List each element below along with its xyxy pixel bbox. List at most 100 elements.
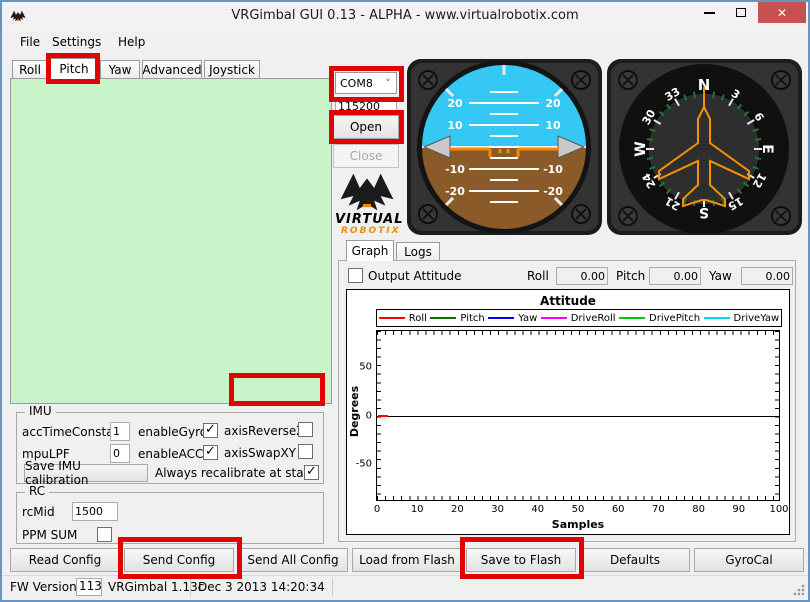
send-config-button[interactable]: Send Config xyxy=(124,548,234,572)
x-tick: 50 xyxy=(572,504,585,515)
tab-joystick[interactable]: Joystick xyxy=(204,60,260,79)
x-axis-label: Samples xyxy=(376,518,780,531)
imu-group-title: IMU xyxy=(25,404,56,418)
x-tick: 30 xyxy=(491,504,504,515)
y-tick: 50 xyxy=(359,362,372,373)
check-icon: ✓ xyxy=(205,422,216,437)
svg-text:20: 20 xyxy=(447,97,463,110)
acc-time-constant-input[interactable] xyxy=(110,422,130,441)
attitude-indicator: 20 20 10 10 -10 -10 -20 -20 xyxy=(407,59,602,235)
svg-text:W: W xyxy=(633,141,649,156)
tab-yaw[interactable]: Yaw xyxy=(100,60,140,79)
svg-text:20: 20 xyxy=(545,97,561,110)
axis-swap-xy-checkbox[interactable] xyxy=(298,444,313,459)
read-config-button[interactable]: Read Config xyxy=(10,548,120,572)
rcmid-label: rcMid xyxy=(22,505,55,519)
chart-legend: Roll Pitch Yaw DriveRoll DrivePitch Driv… xyxy=(376,309,782,327)
svg-text:-10: -10 xyxy=(445,163,465,176)
fw-version-value: 113 xyxy=(76,578,102,596)
x-tick: 100 xyxy=(769,504,788,515)
axis-reverse-z-checkbox[interactable] xyxy=(298,422,313,437)
enable-gyro-label: enableGyro xyxy=(138,425,207,439)
axis-reverse-z-label: axisReverseZ xyxy=(224,424,305,438)
chevron-down-icon: ˅ xyxy=(380,78,396,89)
legend-item: DriveRoll xyxy=(541,313,616,324)
pitch-tab-page xyxy=(10,78,332,404)
svg-text:S: S xyxy=(699,204,709,220)
svg-text:E: E xyxy=(759,144,775,154)
y-tick: -50 xyxy=(356,458,372,469)
tab-logs[interactable]: Logs xyxy=(396,242,440,261)
tab-advanced[interactable]: Advanced xyxy=(142,60,202,79)
attitude-chart: Attitude Roll Pitch Yaw DriveRoll DriveP… xyxy=(346,289,790,535)
y-tick: 0 xyxy=(366,410,372,421)
enable-gyro-checkbox[interactable]: ✓ xyxy=(203,423,218,438)
legend-item: Roll xyxy=(379,313,427,324)
yaw-readout xyxy=(741,267,793,285)
ppm-sum-label: PPM SUM xyxy=(22,528,77,542)
svg-text:10: 10 xyxy=(447,119,463,132)
minimize-button[interactable] xyxy=(694,2,724,23)
x-tick: 0 xyxy=(374,504,380,515)
load-from-flash-button[interactable]: Load from Flash xyxy=(352,548,462,572)
pitch-readout xyxy=(649,267,701,285)
y-axis-label: Degrees xyxy=(348,386,361,437)
x-tick: 60 xyxy=(612,504,625,515)
maximize-button[interactable] xyxy=(726,2,756,23)
app-window: VRGimbal GUI 0.13 - ALPHA - www.virtualr… xyxy=(0,0,810,602)
rcmid-input[interactable] xyxy=(72,502,118,521)
status-bar: FW Version 113 VRGimbal 1.13c Dec 3 2013… xyxy=(2,575,808,601)
logo-text-robotix: ROBOTIX xyxy=(341,226,401,236)
window-title: VRGimbal GUI 0.13 - ALPHA - www.virtualr… xyxy=(2,8,808,23)
pitch-readout-label: Pitch xyxy=(616,269,645,283)
tab-roll[interactable]: Roll xyxy=(12,60,48,79)
roll-readout xyxy=(556,267,608,285)
recalibrate-label: Always recalibrate at start xyxy=(155,466,313,480)
menu-settings[interactable]: Settings xyxy=(52,35,101,49)
gyrocal-button[interactable]: GyroCal xyxy=(694,548,804,572)
yaw-readout-label: Yaw xyxy=(709,269,732,283)
menu-file[interactable]: File xyxy=(20,35,40,49)
enable-acc-checkbox[interactable]: ✓ xyxy=(203,445,218,460)
svg-text:10: 10 xyxy=(545,119,561,132)
baud-rate-input[interactable] xyxy=(335,97,397,116)
x-tick: 90 xyxy=(732,504,745,515)
check-icon: ✓ xyxy=(205,444,216,459)
svg-text:-10: -10 xyxy=(543,163,563,176)
rc-bottom-group-title: RC xyxy=(25,484,49,498)
axis-swap-xy-label: axisSwapXY xyxy=(224,446,296,460)
svg-text:-20: -20 xyxy=(543,185,563,198)
check-icon: ✓ xyxy=(306,464,317,479)
close-button-com[interactable]: Close xyxy=(333,144,399,168)
chart-title: Attitude xyxy=(347,294,789,308)
zero-line xyxy=(377,416,779,417)
x-tick: 20 xyxy=(451,504,464,515)
fw-version-label: FW Version xyxy=(10,580,77,594)
roll-trace xyxy=(378,415,388,417)
heading-indicator: N 3 6 E 12 15 S 21 24 W 30 33 xyxy=(607,59,802,235)
close-button[interactable]: ✕ xyxy=(758,2,806,23)
menu-help[interactable]: Help xyxy=(118,35,145,49)
save-imu-calibration-button[interactable]: Save IMU calibration xyxy=(24,464,148,482)
roll-readout-label: Roll xyxy=(527,269,549,283)
send-all-config-button[interactable]: Send All Config xyxy=(238,548,348,572)
x-tick: 10 xyxy=(411,504,424,515)
x-tick: 70 xyxy=(652,504,665,515)
defaults-button[interactable]: Defaults xyxy=(580,548,690,572)
tab-pitch[interactable]: Pitch xyxy=(50,58,98,79)
svg-text:-20: -20 xyxy=(445,185,465,198)
enable-acc-label: enableACC xyxy=(138,447,203,461)
com-port-select[interactable]: COM8 ˅ xyxy=(335,72,397,94)
menu-bar: File Settings Help xyxy=(2,30,808,56)
minimize-icon xyxy=(704,12,715,14)
save-to-flash-button[interactable]: Save to Flash xyxy=(466,548,576,572)
legend-item: DrivePitch xyxy=(619,313,700,324)
title-bar: VRGimbal GUI 0.13 - ALPHA - www.virtualr… xyxy=(2,2,808,31)
recalibrate-checkbox[interactable]: ✓ xyxy=(304,465,319,480)
resize-grip-icon[interactable] xyxy=(793,584,805,596)
output-attitude-checkbox[interactable] xyxy=(348,268,363,283)
open-button[interactable]: Open xyxy=(333,115,399,139)
tab-graph[interactable]: Graph xyxy=(346,240,394,261)
build-date: Dec 3 2013 14:20:34 xyxy=(198,580,325,594)
ppm-sum-checkbox[interactable] xyxy=(97,527,112,542)
